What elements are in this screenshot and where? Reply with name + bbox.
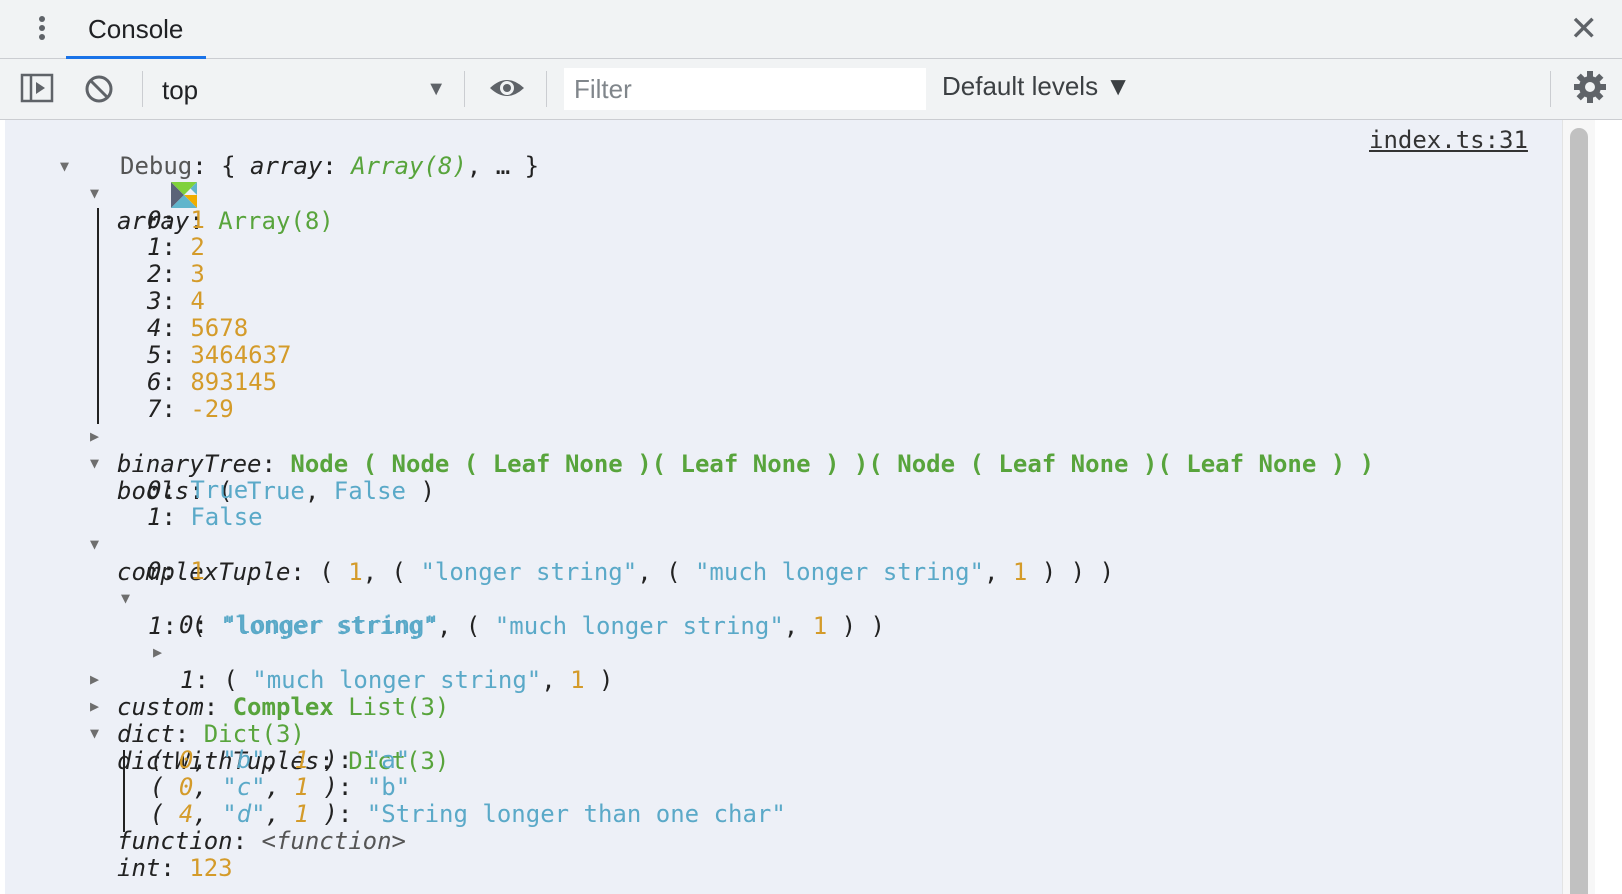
root-label: Debug: [120, 152, 193, 180]
context-selector[interactable]: top ▼: [146, 69, 454, 109]
tree-row-bools[interactable]: ▼ bools: ( True, False ): [90, 449, 435, 505]
dropdown-arrow-icon: ▼: [426, 78, 446, 100]
tree-row-complexTuple[interactable]: ▼ complexTuple: ( 1, ( "longer string", (…: [90, 530, 1114, 586]
property-type: Array(8): [218, 207, 334, 235]
array-item: 2: 3: [147, 260, 205, 288]
clear-console-icon[interactable]: [82, 72, 116, 111]
context-selector-value: top: [162, 75, 199, 105]
tuple-item: 1: False: [147, 503, 263, 531]
array-item: 6: 893145: [147, 368, 278, 396]
expand-triangle-icon[interactable]: ▼: [121, 584, 141, 612]
live-expression-eye-icon[interactable]: [488, 75, 526, 106]
toolbar-divider: [546, 71, 547, 107]
collapse-triangle-icon[interactable]: ▶: [90, 422, 110, 450]
toolbar-divider: [1550, 71, 1551, 107]
tree-row-root[interactable]: ▼ Debug: { array: Array(8), … }: [60, 152, 539, 208]
tree-row-complexTuple-1-1[interactable]: ▶ 1: ( "much longer string", 1 ): [153, 638, 614, 694]
expand-triangle-icon[interactable]: ▼: [90, 179, 110, 207]
collapse-triangle-icon[interactable]: ▶: [90, 665, 110, 693]
tree-row-dictWithTuples[interactable]: ▼ dictWithTuples: Dict(3): [90, 719, 449, 775]
root-summary-key: array: [250, 152, 323, 180]
tab-console-label: Console: [88, 14, 184, 44]
expand-triangle-icon[interactable]: ▼: [90, 449, 110, 477]
console-toolbar: top ▼ Default levels ▼: [0, 59, 1622, 120]
tab-console[interactable]: Console: [66, 0, 206, 59]
dict-entry: ( 0, "c", 1 ): "b": [150, 773, 411, 801]
settings-gear-icon[interactable]: [1572, 69, 1608, 110]
tuple-item: 0: 1: [147, 557, 205, 585]
collapse-triangle-icon[interactable]: ▶: [153, 638, 173, 666]
binary-tree-value: Node ( Node ( Leaf None )( Leaf None ) )…: [290, 450, 1375, 478]
array-item: 4: 5678: [147, 314, 249, 342]
tree-row-custom[interactable]: ▶ custom: Complex List(3): [90, 665, 449, 721]
source-link[interactable]: index.ts:31: [1369, 126, 1528, 154]
tree-row-complexTuple-1[interactable]: ▼ 1: ( "longer string", ( "much longer st…: [121, 584, 885, 640]
toolbar-divider: [464, 71, 465, 107]
tree-row-array[interactable]: ▼ array: Array(8): [90, 179, 334, 235]
toolbar-divider: [142, 71, 143, 107]
vertical-scrollbar[interactable]: [1562, 120, 1595, 894]
root-summary-value: Array(8): [351, 152, 467, 180]
filter-input[interactable]: [564, 68, 926, 110]
scrollbar-thumb[interactable]: [1570, 128, 1588, 894]
tree-row-partial: int: 123: [117, 854, 233, 882]
root-summary-ellipsis: , … }: [466, 152, 540, 180]
console-output: index.ts:31 ▼ Debug: { array: Array(8), …: [5, 120, 1595, 894]
tree-guide-line: [97, 208, 99, 424]
array-item: 3: 4: [147, 287, 205, 315]
array-item: 0: 1: [147, 206, 205, 234]
log-levels-dropdown[interactable]: Default levels ▼: [942, 71, 1131, 102]
tree-row-binaryTree[interactable]: ▶ binaryTree: Node ( Node ( Leaf None )( …: [90, 422, 1374, 478]
dict-entry: ( 0, "b", 1 ): "a": [150, 746, 411, 774]
sidebar-toggle-icon[interactable]: [20, 72, 56, 109]
dict-entry: ( 4, "d", 1 ): "String longer than one c…: [150, 800, 786, 828]
array-item: 7: -29: [147, 395, 234, 423]
array-item: 5: 3464637: [147, 341, 292, 369]
expand-triangle-icon[interactable]: ▼: [60, 152, 80, 180]
tree-row-dict[interactable]: ▶ dict: Dict(3): [90, 692, 305, 748]
close-icon[interactable]: ✕: [1570, 12, 1599, 46]
collapse-triangle-icon[interactable]: ▶: [90, 692, 110, 720]
array-item: 1: 2: [147, 233, 205, 261]
tuple-item: 0: True: [147, 476, 249, 504]
more-options-icon[interactable]: [30, 14, 54, 46]
tuple-item: 0: "longer string": [179, 611, 440, 639]
tree-guide-line: [123, 750, 125, 832]
devtools-tabbar: Console ✕: [0, 0, 1622, 59]
expand-triangle-icon[interactable]: ▼: [90, 530, 110, 558]
tree-row-function: function: <function>: [117, 827, 406, 855]
expand-triangle-icon[interactable]: ▼: [90, 719, 110, 747]
